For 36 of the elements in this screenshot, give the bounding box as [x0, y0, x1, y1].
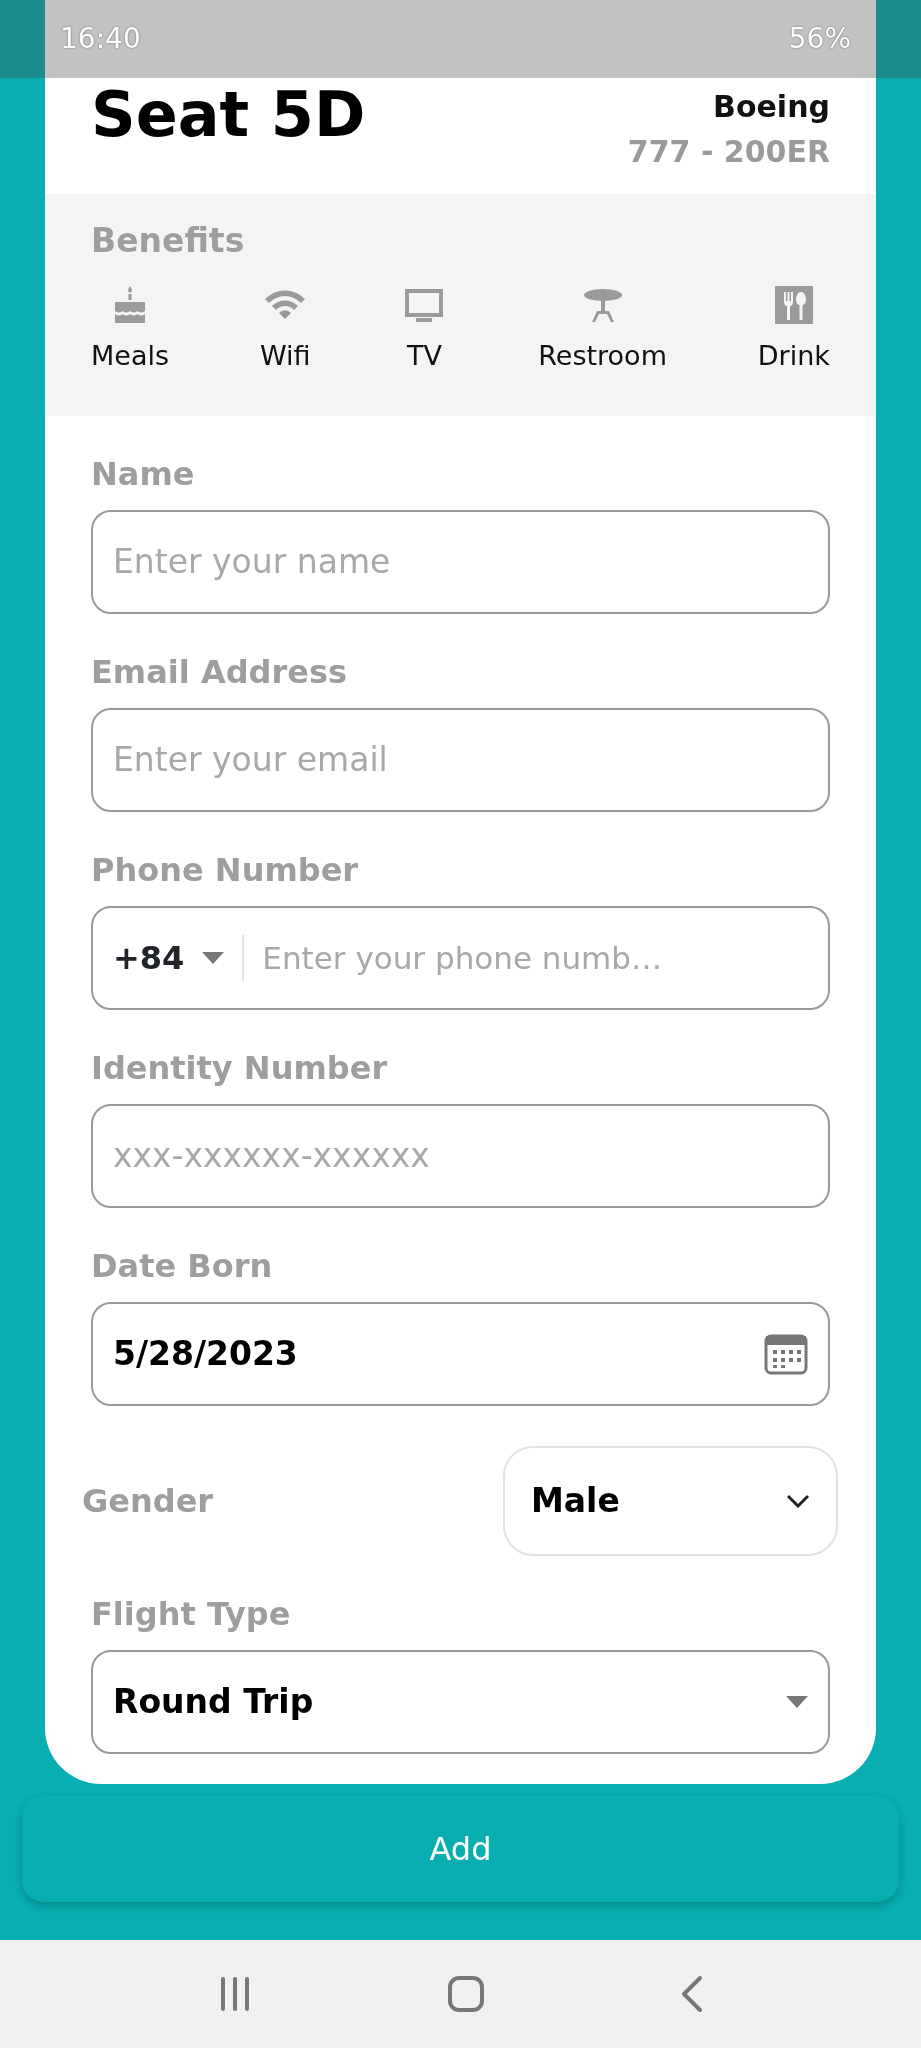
- field-label: Identity Number: [91, 1048, 389, 1089]
- home-icon[interactable]: [447, 1975, 486, 2013]
- field-label: Name: [91, 454, 196, 495]
- phone-field[interactable]: Enter your phone numb…: [262, 934, 808, 982]
- field-label: Flight Type: [91, 1594, 292, 1635]
- aircraft-maker: Boeing: [712, 88, 830, 126]
- benefit-label: Wifi: [259, 338, 311, 373]
- field-label: Email Address: [91, 652, 349, 693]
- field-label: Date Born: [91, 1246, 274, 1287]
- calendar-icon[interactable]: [764, 1333, 808, 1375]
- dropdown-caret-icon: [786, 1696, 808, 1708]
- date-field[interactable]: 5/28/2023: [91, 1302, 830, 1406]
- gender-select[interactable]: Male: [503, 1446, 838, 1556]
- text-field[interactable]: Enter your name: [91, 510, 830, 614]
- benefit-label: TV: [406, 338, 442, 373]
- benefit-label: Drink: [757, 338, 830, 373]
- flight-type-select[interactable]: Round Trip: [91, 1650, 830, 1754]
- text-field[interactable]: xxx-xxxxxx-xxxxxx: [91, 1104, 830, 1208]
- dropdown-caret-icon: [202, 952, 225, 964]
- benefit-label: Restroom: [538, 338, 667, 373]
- phone-number-field[interactable]: +84 Enter your phone numb…: [91, 906, 830, 1010]
- chevron-down-icon: [786, 1494, 810, 1508]
- aircraft-model: 777 - 200ER: [627, 133, 830, 171]
- back-icon[interactable]: [679, 1975, 704, 2013]
- battery-level: 56%: [788, 21, 851, 57]
- text-field[interactable]: xxx-xxxxxx-xxxxxx: [113, 1131, 808, 1181]
- seat-title: Seat 5D: [91, 84, 366, 146]
- text-field[interactable]: Enter your email: [113, 735, 808, 785]
- benefits-title: Benefits: [91, 220, 246, 262]
- country-code-select[interactable]: +84: [113, 935, 245, 981]
- text-field[interactable]: Enter your name: [113, 537, 808, 587]
- status-time: 16:40: [60, 21, 141, 57]
- field-label: Phone Number: [91, 850, 360, 891]
- text-field[interactable]: Enter your email: [91, 708, 830, 812]
- benefit-label: Meals: [91, 338, 170, 373]
- field-label: Gender: [82, 1481, 214, 1522]
